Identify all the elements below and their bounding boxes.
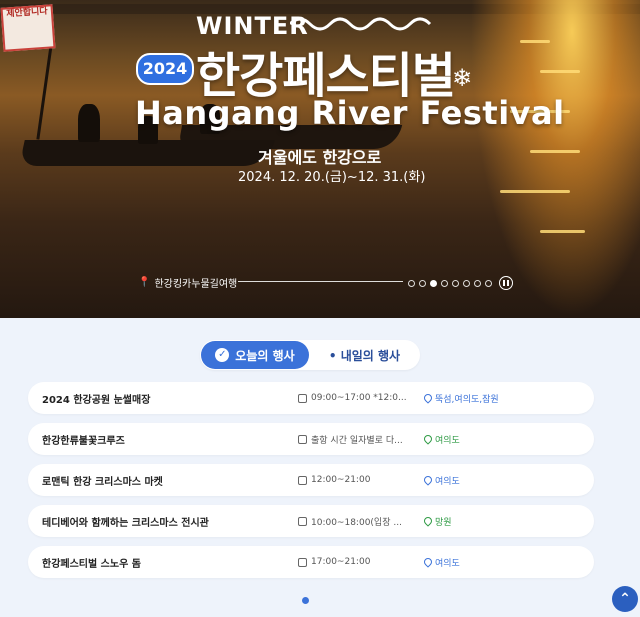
hero-banner[interactable]: 제안합니다 WINTER 2024 한강페스티벌 ❄ Hangang River… — [0, 0, 640, 318]
event-list: 2024 한강공원 눈썰매장 09:00~17:00 *12:0... 뚝섬,여… — [28, 382, 594, 587]
year-badge: 2024 — [136, 53, 194, 85]
slide-dot[interactable] — [485, 279, 492, 287]
wave-icon — [290, 17, 432, 31]
event-place: 여의도 — [422, 433, 460, 446]
water-sparkle — [520, 40, 550, 43]
water-sparkle — [540, 230, 585, 233]
slide-location: 📍 한강킹카누물길여행 — [138, 275, 237, 290]
snowflake-icon: ❄ — [452, 64, 473, 92]
water-sparkle — [530, 150, 580, 153]
map-pin-icon — [422, 515, 434, 527]
scroll-top-button[interactable]: ⌃ — [612, 586, 638, 612]
event-time-label: 17:00~21:00 — [311, 557, 371, 567]
clock-icon — [298, 557, 307, 567]
pause-icon — [507, 280, 509, 286]
event-place: 망원 — [422, 515, 452, 528]
event-place: 여의도 — [422, 556, 460, 569]
event-row[interactable]: 테디베어와 함께하는 크리스마스 전시관 10:00~18:00(입장 ... … — [28, 505, 594, 537]
event-place-label: 뚝섬,여의도,잠원 — [435, 394, 499, 405]
event-time: 출항 시간 일자별로 다... — [298, 433, 424, 446]
water-sparkle — [500, 190, 570, 193]
paddler — [78, 104, 100, 142]
protest-flag: 제안합니다 — [0, 4, 56, 52]
event-row[interactable]: 로맨틱 한강 크리스마스 마켓 12:00~21:00 여의도 — [28, 464, 594, 496]
double-chevron-up-icon: ⌃ — [619, 591, 631, 607]
event-name: 한강한류불꽃크루즈 — [42, 435, 125, 447]
event-time-label: 출항 시간 일자별로 다... — [311, 435, 403, 446]
clock-icon — [298, 434, 307, 444]
event-row[interactable]: 한강한류불꽃크루즈 출항 시간 일자별로 다... 여의도 — [28, 423, 594, 455]
water-sparkle — [540, 70, 580, 73]
festival-subtitle: 겨울에도 한강으로 — [258, 148, 382, 167]
event-time-label: 09:00~17:00 *12:0... — [311, 393, 407, 403]
event-time: 12:00~21:00 — [298, 475, 424, 485]
event-day-tabs: ✓ 오늘의 행사 • 내일의 행사 — [200, 340, 420, 370]
event-place-label: 여의도 — [435, 435, 460, 446]
slide-dot-active[interactable] — [430, 279, 437, 287]
event-time: 17:00~21:00 — [298, 557, 424, 567]
event-time-label: 12:00~21:00 — [311, 475, 371, 485]
check-icon: ✓ — [215, 348, 230, 362]
map-pin-icon — [422, 556, 434, 568]
map-pin-icon — [422, 474, 434, 486]
pause-button[interactable] — [499, 276, 513, 290]
event-place-label: 여의도 — [435, 558, 460, 569]
slide-dot[interactable] — [441, 279, 448, 287]
sun-reflection — [470, 0, 640, 318]
festival-dates: 2024. 12. 20.(금)~12. 31.(화) — [238, 170, 426, 185]
slide-dot[interactable] — [408, 279, 415, 287]
event-place: 여의도 — [422, 474, 460, 487]
event-time: 10:00~18:00(입장 ... — [298, 515, 424, 528]
event-time: 09:00~17:00 *12:0... — [298, 393, 424, 403]
slide-dot[interactable] — [463, 279, 470, 287]
clock-icon — [298, 475, 307, 485]
event-time-label: 10:00~18:00(입장 ... — [311, 517, 402, 528]
event-name: 테디베어와 함께하는 크리스마스 전시관 — [42, 517, 209, 529]
event-place-label: 여의도 — [435, 476, 460, 487]
tab-today[interactable]: ✓ 오늘의 행사 — [201, 341, 309, 369]
map-pin-icon — [422, 392, 434, 404]
slide-dot[interactable] — [419, 279, 426, 287]
event-place-label: 망원 — [435, 517, 452, 528]
map-pin-icon: 📍 — [138, 277, 151, 288]
event-row[interactable]: 한강페스티벌 스노우 돔 17:00~21:00 여의도 — [28, 546, 594, 578]
slide-progress — [238, 281, 403, 282]
clock-icon — [298, 393, 307, 403]
list-pagination-dot[interactable] — [302, 597, 309, 604]
tab-today-label: 오늘의 행사 — [235, 348, 295, 363]
event-name: 2024 한강공원 눈썰매장 — [42, 394, 151, 406]
clock-icon — [298, 516, 307, 526]
slide-location-label: 한강킹카누물길여행 — [154, 279, 238, 290]
event-name: 한강페스티벌 스노우 돔 — [42, 558, 141, 570]
festival-title-en: Hangang River Festival — [135, 94, 565, 132]
slide-dot[interactable] — [474, 279, 481, 287]
slide-dot[interactable] — [452, 279, 459, 287]
pause-icon — [503, 280, 505, 286]
event-place: 뚝섬,여의도,잠원 — [422, 392, 499, 405]
event-name: 로맨틱 한강 크리스마스 마켓 — [42, 476, 163, 488]
event-row[interactable]: 2024 한강공원 눈썰매장 09:00~17:00 *12:0... 뚝섬,여… — [28, 382, 594, 414]
map-pin-icon — [422, 433, 434, 445]
slide-pagination — [408, 276, 513, 290]
tab-tomorrow[interactable]: • 내일의 행사 — [309, 347, 420, 364]
